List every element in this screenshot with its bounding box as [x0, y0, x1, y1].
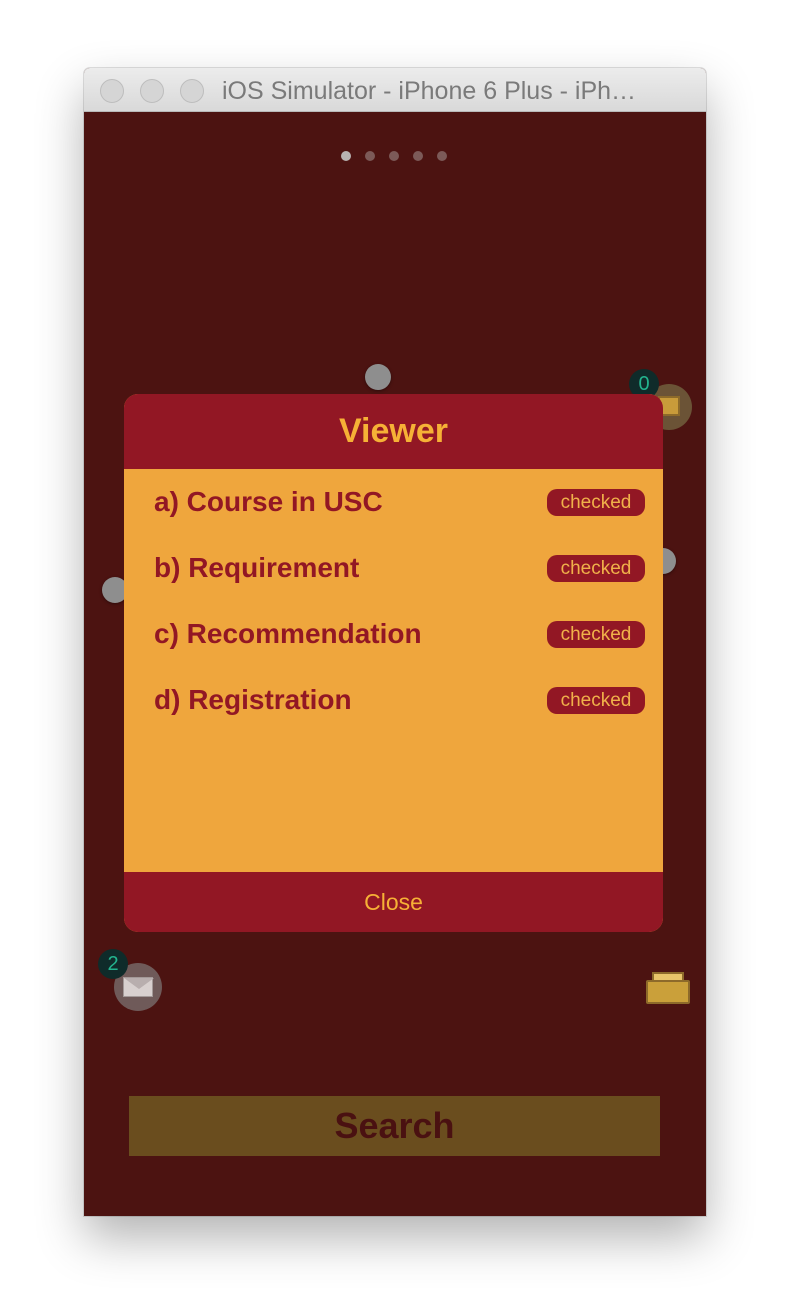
- status-badge: checked: [547, 687, 645, 714]
- checklist-item[interactable]: b) Requirement checked: [124, 546, 663, 590]
- page-dot-3[interactable]: [389, 151, 399, 161]
- page-dot-2[interactable]: [365, 151, 375, 161]
- inbox-tray-icon[interactable]: [646, 970, 690, 1006]
- page-dot-5[interactable]: [437, 151, 447, 161]
- drag-handle-top[interactable]: [365, 364, 391, 390]
- tray-base: [646, 980, 690, 1004]
- page-indicator[interactable]: [84, 151, 706, 163]
- app-screen: 0 2 Viewer a) Course in USC checked b) R…: [84, 112, 706, 1216]
- mail-count-badge: 2: [98, 949, 128, 979]
- status-badge: checked: [547, 489, 645, 516]
- search-button[interactable]: Search: [129, 1096, 660, 1156]
- checklist-item[interactable]: c) Recommendation checked: [124, 612, 663, 656]
- page-dot-1[interactable]: [341, 151, 351, 161]
- zoom-window-button[interactable]: [180, 79, 204, 103]
- modal-checklist: a) Course in USC checked b) Requirement …: [124, 469, 663, 872]
- checklist-item-label: d) Registration: [154, 684, 352, 715]
- window-titlebar: iOS Simulator - iPhone 6 Plus - iPh…: [84, 68, 706, 112]
- status-badge: checked: [547, 621, 645, 648]
- checklist-item-label: b) Requirement: [154, 552, 360, 583]
- window-title: iOS Simulator - iPhone 6 Plus - iPh…: [222, 77, 637, 105]
- page-dot-4[interactable]: [413, 151, 423, 161]
- checklist-item-label: c) Recommendation: [154, 618, 422, 649]
- modal-title: Viewer: [124, 394, 663, 469]
- minimize-window-button[interactable]: [140, 79, 164, 103]
- checklist-item-label: a) Course in USC: [154, 486, 383, 517]
- close-button[interactable]: Close: [124, 872, 663, 932]
- checklist-item[interactable]: d) Registration checked: [124, 678, 663, 722]
- checklist-item[interactable]: a) Course in USC checked: [124, 480, 663, 524]
- viewer-modal: Viewer a) Course in USC checked b) Requi…: [124, 394, 663, 932]
- envelope-shape: [123, 977, 154, 997]
- close-window-button[interactable]: [100, 79, 124, 103]
- status-badge: checked: [547, 555, 645, 582]
- simulator-window: iOS Simulator - iPhone 6 Plus - iPh… 0 2…: [84, 68, 706, 1216]
